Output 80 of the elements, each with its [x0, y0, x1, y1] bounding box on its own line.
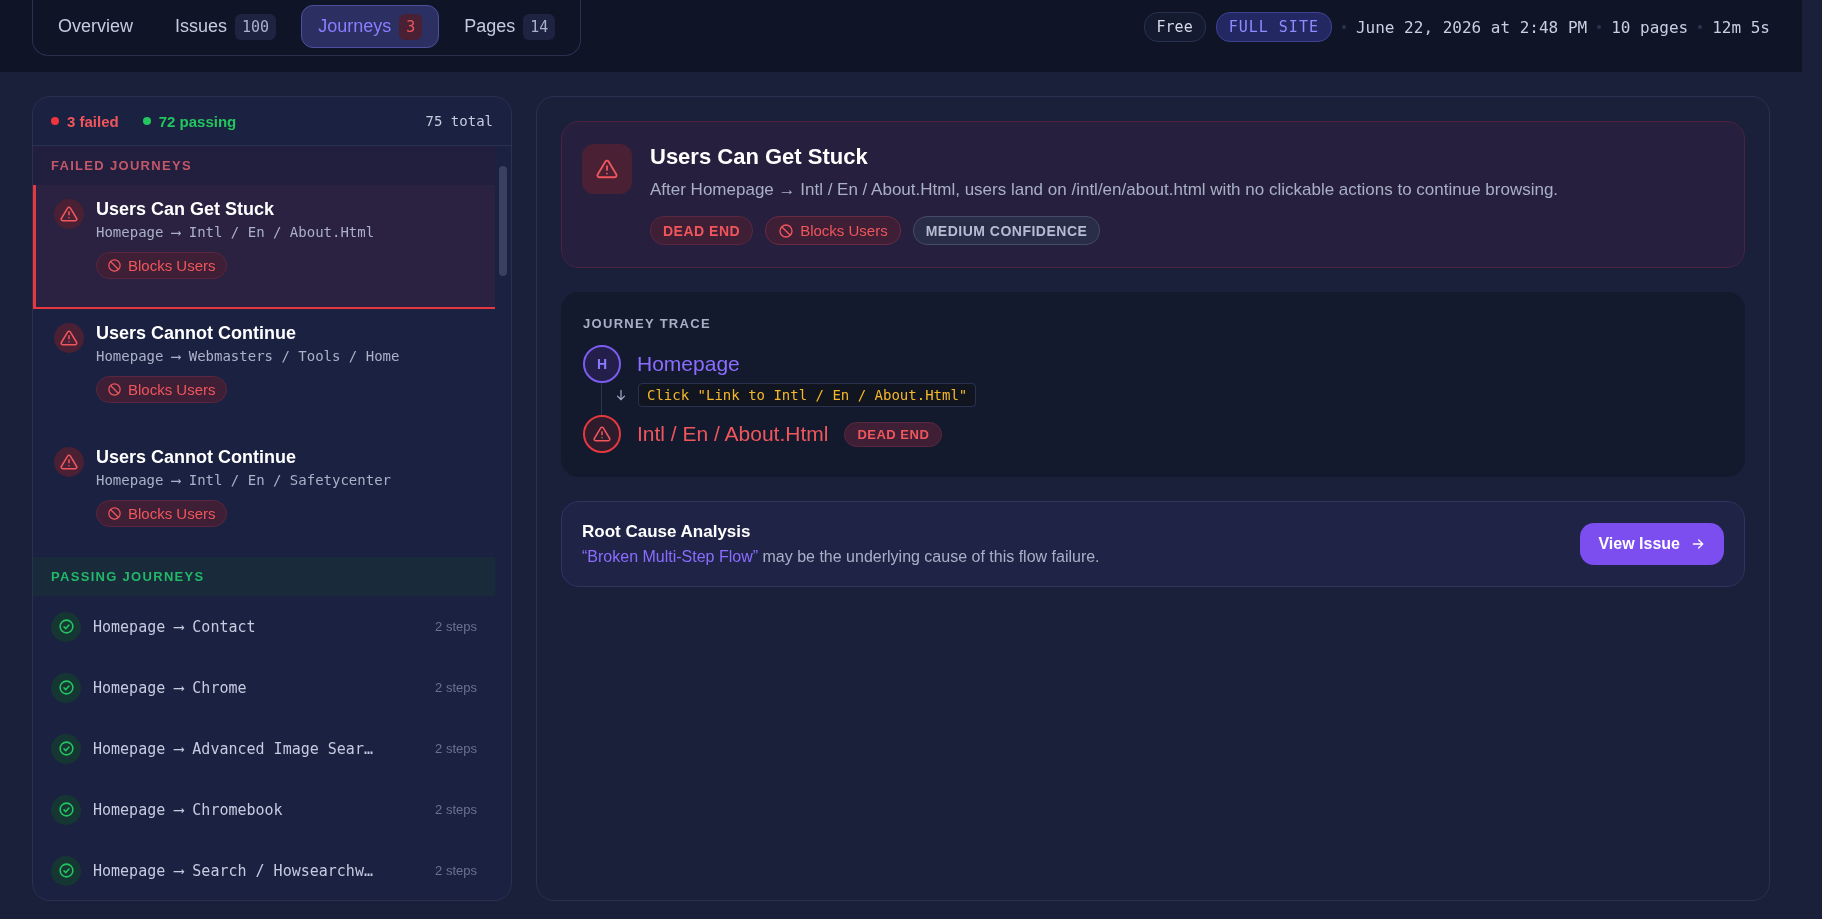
view-issue-button[interactable]: View Issue — [1580, 523, 1724, 565]
tab[interactable]: Pages 14 — [447, 5, 573, 48]
blocked-icon — [107, 382, 122, 397]
passing-journey-item[interactable]: Homepage ⟶ Contact 2 steps — [33, 596, 495, 657]
tab[interactable]: Issues 100 — [158, 5, 294, 48]
check-circle-icon — [51, 672, 81, 703]
section-heading: PASSING JOURNEYS — [33, 557, 495, 596]
passing-journey-item[interactable]: Homepage ⟶ Chrome 2 steps — [33, 657, 495, 718]
plan-badge: Free — [1143, 12, 1206, 42]
dead-end-badge: DEAD END — [844, 421, 943, 447]
blocked-icon — [107, 506, 122, 521]
warning-icon — [54, 323, 84, 353]
tab-count-badge: 100 — [235, 13, 277, 40]
check-circle-icon — [51, 794, 81, 825]
tab-count-badge: 14 — [523, 13, 556, 40]
journey-route: Homepage ⟶ Intl / En / Safetycenter — [96, 472, 391, 488]
issue-tag: Blocks Users — [765, 216, 901, 245]
journey-route: Homepage ⟶ Chrome — [93, 678, 248, 697]
tab[interactable]: Journeys 3 — [301, 5, 440, 48]
failed-count: 3 failed — [67, 112, 119, 130]
journey-route: Homepage ⟶ Search / Howsearchw… — [93, 861, 374, 880]
warning-node-icon — [583, 415, 621, 453]
meta-text: 12m 5s — [1712, 17, 1770, 37]
issue-description: After Homepage → Intl / En / About.Html, users land on /intl/en/about.html with no clickable actions to continue browsing. — [650, 180, 1559, 200]
check-circle-icon — [51, 855, 81, 886]
blocks-users-tag: Blocks Users — [96, 500, 227, 527]
status-dot — [142, 117, 151, 125]
arrow-right-icon — [1690, 536, 1706, 552]
issue-tag: MEDIUM CONFIDENCE — [912, 216, 1101, 245]
passing-journey-item[interactable]: Homepage ⟶ Advanced Image Sear… 2 steps — [33, 718, 495, 779]
failed-journey-item[interactable]: Users Cannot Continue Homepage ⟶ Webmasters / Tools / Home Blocks Users — [33, 309, 495, 433]
step-count: 2 steps — [435, 802, 477, 817]
total-count: 75 total — [425, 113, 493, 129]
journey-title: Users Cannot Continue — [96, 323, 296, 344]
warning-icon — [54, 447, 84, 477]
blocks-users-tag: Blocks Users — [96, 252, 227, 279]
failed-journey-item[interactable]: Users Cannot Continue Homepage ⟶ Intl / En / Safetycenter Blocks Users — [33, 433, 495, 557]
journey-route: Homepage ⟶ Advanced Image Sear… — [93, 739, 374, 758]
root-cause-title: Root Cause Analysis — [582, 522, 752, 542]
passing-journey-item[interactable]: Homepage ⟶ Chromebook 2 steps — [33, 779, 495, 840]
root-cause-text: “Broken Multi-Step Flow” may be the underlying cause of this flow failure. — [582, 548, 1100, 566]
issue-title: Users Can Get Stuck — [650, 144, 869, 170]
issue-link[interactable]: “Broken Multi-Step Flow” — [582, 548, 759, 565]
warning-icon — [582, 144, 632, 194]
issue-tag: DEAD END — [650, 216, 754, 245]
blocks-users-tag: Blocks Users — [96, 376, 227, 403]
journey-route: Homepage ⟶ Intl / En / About.Html — [96, 224, 375, 240]
journey-title: Users Cannot Continue — [96, 447, 296, 468]
separator-dot — [1698, 25, 1703, 29]
step-count: 2 steps — [435, 741, 477, 756]
journey-title: Users Can Get Stuck — [96, 199, 275, 220]
step-count: 2 steps — [435, 863, 477, 878]
page-name[interactable]: Intl / En / About.Html — [637, 422, 829, 446]
passing-journey-item[interactable]: Homepage ⟶ Search / Howsearchw… 2 steps — [33, 840, 495, 900]
passing-count: 72 passing — [158, 112, 237, 130]
tab[interactable]: Overview — [41, 5, 150, 48]
separator-dot — [1597, 25, 1602, 29]
step-count: 2 steps — [435, 680, 477, 695]
plan-badge: FULL SITE — [1215, 12, 1332, 42]
failed-journey-item[interactable]: Users Can Get Stuck Homepage ⟶ Intl / En / About.Html Blocks Users — [33, 185, 495, 309]
check-circle-icon — [51, 733, 81, 764]
blocked-icon — [107, 258, 122, 273]
check-circle-icon — [51, 611, 81, 642]
page-initial-node: H — [583, 345, 621, 383]
separator-dot — [1341, 25, 1346, 29]
journey-route: Homepage ⟶ Chromebook — [93, 800, 284, 819]
down-arrow-icon — [614, 388, 628, 402]
step-count: 2 steps — [435, 619, 477, 634]
meta-text: June 22, 2026 at 2:48 PM — [1355, 17, 1588, 37]
status-dot — [51, 117, 59, 125]
tab-count-badge: 3 — [399, 13, 423, 40]
blocked-icon — [778, 222, 795, 239]
page-name[interactable]: Homepage — [637, 352, 740, 376]
trace-heading: JOURNEY TRACE — [583, 316, 712, 331]
meta-text: 10 pages — [1611, 17, 1689, 37]
journey-route: Homepage ⟶ Contact — [93, 617, 257, 636]
journey-route: Homepage ⟶ Webmasters / Tools / Home — [96, 348, 400, 364]
warning-icon — [54, 199, 84, 229]
action-label: Click "Link to Intl / En / About.Html" — [638, 383, 977, 407]
section-heading: FAILED JOURNEYS — [33, 146, 495, 185]
